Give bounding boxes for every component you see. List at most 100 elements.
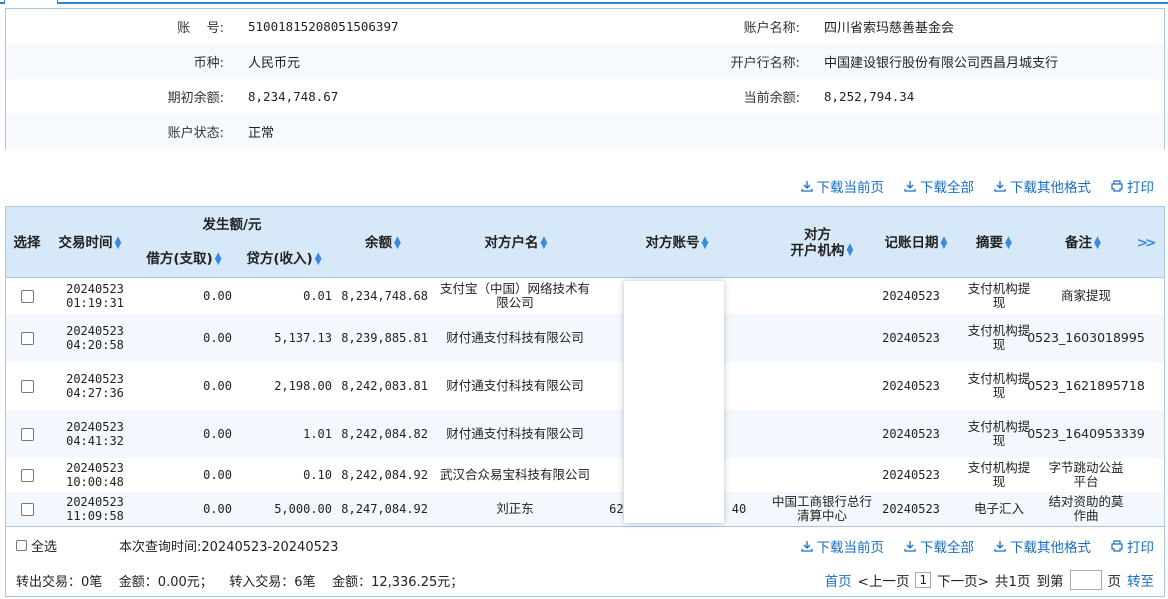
- opening-balance-label: 期初余额:: [6, 79, 238, 114]
- cell-post-date: 20240523: [882, 331, 940, 345]
- cell-cp-account-tail: [724, 278, 754, 314]
- header-cp-name[interactable]: 对方户名 ▲ ▼: [436, 207, 596, 278]
- cell-post-date: 20240523: [882, 289, 940, 303]
- select-all-checkbox[interactable]: [16, 540, 27, 551]
- prev-page-link[interactable]: <上一页: [858, 570, 910, 590]
- download-other-button[interactable]: 下载其他格式: [994, 536, 1091, 556]
- table-row[interactable]: 20240523 01:19:31 0.00 0.01 8,234,748.68 支付宝（…: [6, 278, 1164, 314]
- cell-balance: 8,242,084.82: [341, 427, 428, 441]
- row-checkbox[interactable]: [6, 458, 48, 492]
- cell-remark: 字节跳动公益平台: [1048, 460, 1124, 489]
- cell-cp-bank: [770, 362, 874, 410]
- page-jump-input[interactable]: [1069, 570, 1102, 590]
- cell-remark: 0523_1640953339: [1027, 426, 1145, 441]
- print-button[interactable]: 打印: [1111, 176, 1154, 196]
- more-columns-button[interactable]: >>: [1132, 207, 1158, 278]
- print-button[interactable]: 打印: [1111, 536, 1154, 556]
- table-row[interactable]: 20240523 11:09:58 0.00 5,000.00 8,247,084.92…: [6, 492, 1164, 526]
- cell-credit: 0.10: [303, 468, 332, 482]
- row-checkbox[interactable]: [20, 502, 34, 516]
- next-page-link[interactable]: 下一页>: [937, 570, 989, 590]
- header-debit[interactable]: 借方(支取) ▲ ▼: [136, 249, 232, 269]
- cell-credit: 5,000.00: [274, 502, 332, 516]
- cell-balance: 8,242,084.92: [341, 468, 428, 482]
- cell-cp-bank: [770, 410, 874, 458]
- cell-debit: 0.00: [203, 468, 232, 482]
- redaction-overlay: [624, 281, 724, 523]
- cell-summary: 电子汇入: [973, 501, 1024, 516]
- cell-cp-bank: [770, 278, 874, 314]
- row-checkbox[interactable]: [20, 427, 34, 441]
- row-checkbox[interactable]: [6, 492, 48, 526]
- opening-balance-value: 8,234,748.67: [238, 79, 584, 114]
- cell-debit: 0.00: [203, 502, 232, 516]
- goto-label: 到第: [1036, 574, 1064, 590]
- cell-remark: 商家提现: [1060, 288, 1111, 303]
- cell-post-date: 20240523: [882, 468, 940, 482]
- cell-time: 20240523 04:27:36: [66, 372, 124, 400]
- row-checkbox[interactable]: [6, 278, 48, 314]
- header-cp-bank[interactable]: 对方 开户机构 ▲ ▼: [766, 207, 878, 278]
- query-time: 本次查询时间:20240523-20240523: [119, 540, 339, 555]
- download-all-button[interactable]: 下载全部: [904, 176, 974, 196]
- header-balance[interactable]: 余额 ▲ ▼: [336, 207, 430, 278]
- cell-debit: 0.00: [203, 289, 232, 303]
- cell-time: 20240523 11:09:58: [66, 495, 124, 523]
- table-row[interactable]: 20240523 04:20:58 0.00 5,137.13 8,239,885.81…: [6, 314, 1164, 362]
- row-checkbox[interactable]: [6, 362, 48, 410]
- sort-icon: ▲ ▼: [1005, 234, 1012, 251]
- cell-cp-account-tail: [724, 458, 754, 492]
- table-row[interactable]: 20240523 10:00:48 0.00 0.10 8,242,084.92 武汉合众…: [6, 458, 1164, 492]
- cell-summary: 支付机构提现: [967, 281, 1031, 310]
- active-tab[interactable]: [4, 0, 58, 4]
- table-row[interactable]: 20240523 04:41:32 0.00 1.01 8,242,084.82 财付通支…: [6, 410, 1164, 458]
- cell-balance: 8,242,083.81: [341, 379, 428, 393]
- row-checkbox[interactable]: [6, 410, 48, 458]
- download-other-button[interactable]: 下载其他格式: [994, 176, 1091, 196]
- cell-credit: 5,137.13: [274, 331, 332, 345]
- printer-icon: [1111, 180, 1123, 192]
- header-credit[interactable]: 贷方(收入) ▲ ▼: [236, 249, 332, 269]
- download-all-button[interactable]: 下载全部: [904, 536, 974, 556]
- header-summary[interactable]: 摘要 ▲ ▼: [962, 207, 1026, 278]
- bank-label: 开户行名称:: [584, 44, 814, 79]
- status-value: 正常: [238, 114, 584, 149]
- go-button[interactable]: 转至: [1127, 570, 1154, 590]
- account-no-label: 账 号:: [6, 9, 238, 44]
- cell-remark: 0523_1603018995: [1027, 330, 1145, 345]
- row-checkbox[interactable]: [20, 379, 34, 393]
- select-all[interactable]: 全选: [16, 536, 57, 555]
- download-page-button[interactable]: 下载当前页: [800, 536, 884, 556]
- cell-cp-account-tail: [724, 314, 754, 362]
- first-page-link[interactable]: 首页: [825, 570, 852, 590]
- tab-underline: [0, 2, 1168, 4]
- download-icon: [904, 181, 916, 192]
- account-no-value: 51001815208051506397: [238, 9, 584, 44]
- header-post-date[interactable]: 记账日期 ▲ ▼: [878, 207, 954, 278]
- download-page-button[interactable]: 下载当前页: [800, 176, 884, 196]
- currency-value: 人民币元: [238, 44, 584, 79]
- sort-icon: ▲ ▼: [1094, 234, 1101, 251]
- table-row[interactable]: 20240523 04:27:36 0.00 2,198.00 8,242,083.81…: [6, 362, 1164, 410]
- header-remark[interactable]: 备注 ▲ ▼: [1050, 207, 1116, 278]
- row-checkbox[interactable]: [20, 289, 34, 303]
- row-checkbox[interactable]: [6, 314, 48, 362]
- row-checkbox[interactable]: [20, 468, 34, 482]
- cell-credit: 1.01: [303, 427, 332, 441]
- header-cp-account[interactable]: 对方账号 ▲ ▼: [602, 207, 752, 278]
- current-balance-label: 当前余额:: [584, 79, 814, 114]
- tab-strip: [0, 0, 1168, 4]
- cell-cp-account-tail: [724, 362, 754, 410]
- cell-cp-account-tail: 40: [731, 502, 747, 516]
- header-select: 选择: [13, 234, 41, 251]
- cell-debit: 0.00: [203, 331, 232, 345]
- top-actions: 下载当前页 下载全部 下载其他格式 打印: [800, 176, 1154, 196]
- header-time[interactable]: 交易时间 ▲ ▼: [50, 207, 130, 278]
- sort-icon: ▲ ▼: [114, 234, 122, 251]
- cell-balance: 8,234,748.68: [341, 289, 428, 303]
- pagination: 首页 <上一页 1 下一页> 共1页 到第 页 转至: [825, 570, 1154, 590]
- cell-remark: 结对资助的莫作曲: [1048, 494, 1124, 523]
- cell-cp-bank: 中国工商银行总行清算中心: [771, 494, 872, 523]
- row-checkbox[interactable]: [20, 331, 34, 345]
- bank-value: 中国建设银行股份有限公司西昌月城支行: [814, 44, 1164, 79]
